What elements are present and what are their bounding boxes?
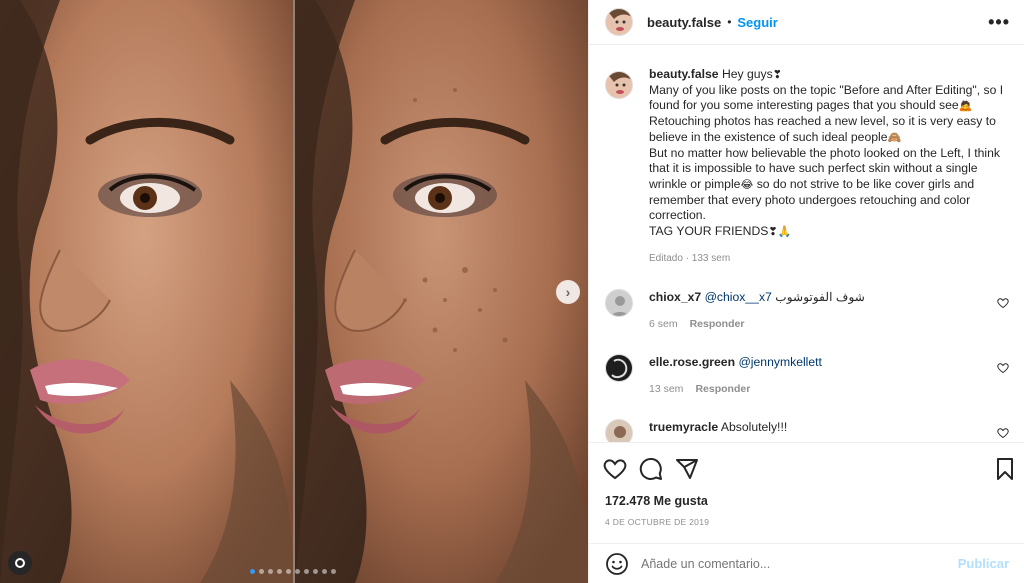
user-tag-button[interactable] <box>8 551 32 575</box>
heart-icon[interactable] <box>603 457 627 481</box>
publish-button[interactable]: Publicar <box>958 556 1009 571</box>
carousel-dot <box>313 569 318 574</box>
comment-item: chiox_x7 @chiox__x7 شوف الفوتوشوب 6 sem R… <box>605 289 1009 330</box>
carousel-dot <box>286 569 291 574</box>
emoji: 🙇 <box>958 99 973 113</box>
bookmark-icon[interactable] <box>993 457 1017 481</box>
avatar[interactable] <box>605 354 633 382</box>
comment-mention[interactable]: @jennymkellett <box>738 355 822 369</box>
chevron-right-icon: › <box>565 284 571 300</box>
comment-age[interactable]: 13 sem <box>649 383 683 395</box>
likes-count[interactable]: 172.478 Me gusta <box>605 494 708 508</box>
avatar[interactable] <box>605 289 633 317</box>
post-panel: beauty.false • Seguir ••• beauty.false H… <box>588 0 1024 583</box>
heart-icon[interactable] <box>997 297 1009 309</box>
comment-text: Absolutely!!! <box>720 420 788 434</box>
follow-button[interactable]: Seguir <box>737 15 777 30</box>
before-photo <box>0 0 293 583</box>
emoji: ❣ <box>772 68 782 81</box>
comments-list[interactable]: beauty.false Hey guys❣ Many of you like … <box>589 45 1024 442</box>
post-header: beauty.false • Seguir ••• <box>589 0 1024 45</box>
caption-meta: Editado · 133 sem <box>649 252 731 264</box>
caption: beauty.false Hey guys❣ Many of you like … <box>605 67 1009 240</box>
emoji-icon[interactable] <box>605 552 629 576</box>
emoji: ❣🙏 <box>768 225 792 239</box>
caption-line: Hey guys <box>721 67 773 81</box>
carousel-dot <box>304 569 309 574</box>
comment-age[interactable]: 6 sem <box>649 318 678 330</box>
caption-line: Retouching photos has reached a new leve… <box>649 114 996 144</box>
carousel-dot <box>295 569 300 574</box>
carousel-dot <box>322 569 327 574</box>
after-photo <box>295 0 588 583</box>
comment-text: شوف الفوتوشوب <box>775 290 865 304</box>
comment-composer: Publicar <box>589 543 1024 583</box>
carousel-dot <box>268 569 273 574</box>
comment-username[interactable]: elle.rose.green <box>649 355 735 369</box>
user-tag-icon <box>15 558 25 568</box>
share-icon[interactable] <box>675 457 699 481</box>
avatar[interactable] <box>605 419 633 442</box>
carousel-dot <box>250 569 255 574</box>
comment-username[interactable]: chiox_x7 <box>649 290 701 304</box>
carousel-dot <box>259 569 264 574</box>
action-bar <box>589 442 1024 484</box>
caption-username[interactable]: beauty.false <box>649 67 719 81</box>
comment-item: truemyracle Absolutely!!! <box>605 419 1009 442</box>
comment-icon[interactable] <box>639 457 663 481</box>
carousel-next-button[interactable]: › <box>556 280 580 304</box>
post-date[interactable]: 4 DE OCTUBRE DE 2019 <box>605 517 709 527</box>
carousel-dot <box>277 569 282 574</box>
reply-button[interactable]: Responder <box>695 383 750 395</box>
post-media[interactable]: › <box>0 0 588 583</box>
carousel-dots <box>250 569 336 574</box>
avatar[interactable] <box>605 8 633 36</box>
comment-input[interactable] <box>641 556 941 571</box>
heart-icon[interactable] <box>997 362 1009 374</box>
heart-icon[interactable] <box>997 427 1009 439</box>
more-options-icon[interactable]: ••• <box>988 12 1010 33</box>
avatar[interactable] <box>605 71 633 99</box>
emoji: 😂 <box>740 177 754 191</box>
carousel-dot <box>331 569 336 574</box>
comment-username[interactable]: truemyracle <box>649 420 718 434</box>
caption-text: beauty.false Hey guys❣ Many of you like … <box>649 67 1004 240</box>
caption-line: Many of you like posts on the topic "Bef… <box>649 82 1004 113</box>
reply-button[interactable]: Responder <box>690 318 745 330</box>
emoji: 🙈 <box>887 130 902 144</box>
caption-line: TAG YOUR FRIENDS <box>649 224 769 239</box>
comment-mention[interactable]: @chiox__x7 <box>705 290 772 304</box>
author-username[interactable]: beauty.false <box>647 15 721 30</box>
comment-item: elle.rose.green @jennymkellett 13 sem Res… <box>605 354 1009 395</box>
separator-dot: • <box>727 15 732 29</box>
